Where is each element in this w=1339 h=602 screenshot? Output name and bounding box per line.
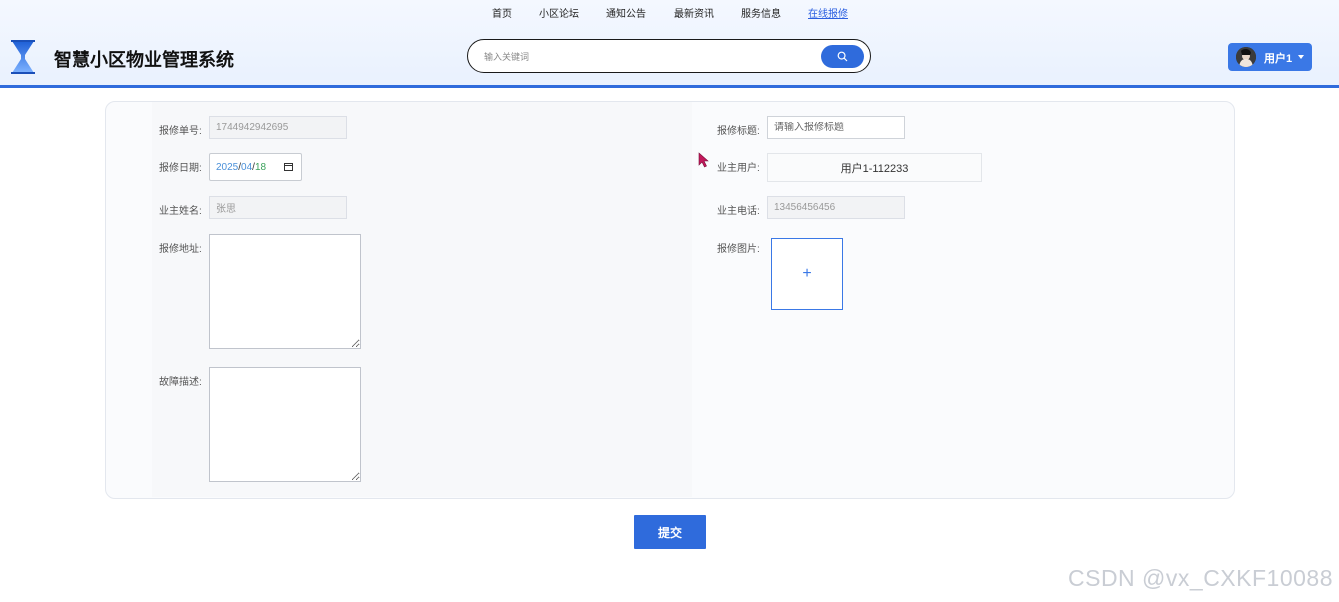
- owner-user-value: 用户1-112233: [840, 162, 909, 175]
- order-no-value: 1744942942695: [216, 122, 289, 133]
- nav-item-forum[interactable]: 小区论坛: [539, 5, 579, 20]
- nav-item-home[interactable]: 首页: [492, 5, 512, 20]
- image-label: 报修图片:: [717, 244, 760, 255]
- owner-phone-label: 业主电话:: [717, 206, 760, 217]
- top-nav: 首页 小区论坛 通知公告 最新资讯 服务信息 在线报修: [0, 5, 1339, 21]
- header-divider: [0, 85, 1339, 88]
- calendar-icon[interactable]: [284, 163, 293, 171]
- owner-name-field: 张思: [209, 196, 347, 219]
- owner-phone-value: 13456456456: [774, 202, 836, 213]
- order-no-field: 1744942942695: [209, 116, 347, 139]
- nav-item-notice[interactable]: 通知公告: [606, 5, 646, 20]
- order-no-label: 报修单号:: [159, 126, 202, 137]
- image-upload-button[interactable]: +: [771, 238, 843, 310]
- title-field[interactable]: [767, 116, 905, 139]
- title-input[interactable]: [774, 122, 904, 133]
- search-icon: [837, 51, 848, 62]
- address-textarea[interactable]: [209, 234, 361, 349]
- nav-item-news[interactable]: 最新资讯: [674, 5, 714, 20]
- nav-item-repair[interactable]: 在线报修: [808, 5, 848, 20]
- owner-name-label: 业主姓名:: [159, 206, 202, 217]
- date-month: 04: [241, 161, 253, 173]
- watermark: CSDN @vx_CXKF10088: [1068, 565, 1333, 591]
- user-name: 用户1: [1264, 53, 1293, 65]
- owner-phone-field: 13456456456: [767, 196, 905, 219]
- owner-user-field: 用户1-112233: [767, 153, 982, 182]
- search-button[interactable]: [821, 45, 864, 68]
- hourglass-icon: [11, 40, 35, 74]
- description-label: 故障描述:: [159, 377, 202, 388]
- header: 首页 小区论坛 通知公告 最新资讯 服务信息 在线报修 智慧小区物业管理系统 输…: [0, 0, 1339, 86]
- user-menu-button[interactable]: 用户1: [1228, 43, 1312, 71]
- search-box: [467, 39, 871, 73]
- submit-button[interactable]: 提交: [634, 515, 706, 549]
- plus-icon: +: [802, 265, 812, 282]
- search-input[interactable]: [482, 48, 816, 66]
- site-title: 智慧小区物业管理系统: [54, 50, 234, 70]
- caret-down-icon: [1298, 55, 1304, 59]
- description-textarea[interactable]: [209, 367, 361, 482]
- date-field[interactable]: 2025/04/18: [209, 153, 302, 181]
- owner-name-value: 张思: [216, 204, 236, 215]
- date-label: 报修日期:: [159, 163, 202, 174]
- title-label: 报修标题:: [717, 126, 760, 137]
- nav-item-service[interactable]: 服务信息: [741, 5, 781, 20]
- mouse-cursor-icon: [698, 152, 709, 168]
- date-year: 2025: [216, 161, 239, 173]
- owner-user-label: 业主用户:: [717, 163, 760, 174]
- address-label: 报修地址:: [159, 244, 202, 255]
- avatar: [1236, 47, 1256, 67]
- date-day: 18: [254, 161, 267, 173]
